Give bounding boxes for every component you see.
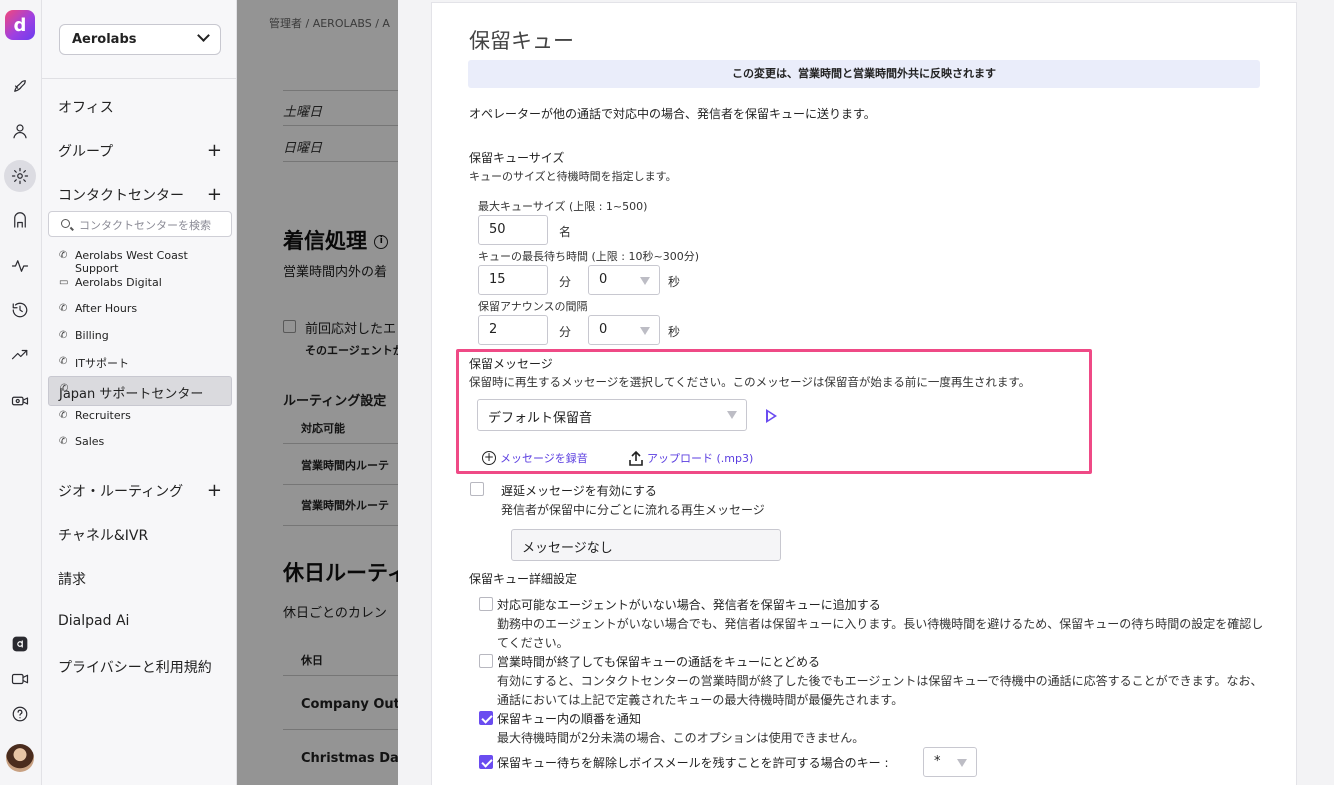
- divider: [42, 78, 237, 79]
- rocket-icon[interactable]: [7, 73, 33, 99]
- gear-icon[interactable]: [4, 160, 36, 192]
- announce-label: 保留アナウンスの間隔: [478, 300, 588, 313]
- size-desc: キューのサイズと待機時間を指定します。: [469, 170, 677, 183]
- phone-icon: ✆: [59, 303, 68, 314]
- activity-icon[interactable]: [7, 253, 33, 279]
- opt2-label: 営業時間が終了しても保留キューの通話をキューにとどめる: [497, 655, 821, 669]
- dialpad-logo-icon[interactable]: d: [5, 10, 35, 40]
- intro-text: オペレーターが他の通話で対応中の場合、発信者を保留キューに送ります。: [469, 107, 876, 121]
- person-icon[interactable]: [7, 118, 33, 144]
- unit-min: 分: [559, 275, 572, 289]
- org-name: Aerolabs: [72, 32, 137, 47]
- cc-item[interactable]: ✆ Aerolabs West Coast Support: [48, 244, 232, 275]
- announce-min-input[interactable]: 2: [478, 315, 548, 345]
- hold-msg-desc: 保留時に再生するメッセージを選択してください。このメッセージは保留音が始まる前に…: [469, 375, 1031, 389]
- announce-sec-select[interactable]: 0: [588, 315, 660, 345]
- settings-nav: Aerolabs オフィス グループ + コンタクトセンター + コンタクトセン…: [42, 0, 237, 785]
- opt3-label: 保留キュー内の順番を通知: [497, 712, 642, 726]
- phone-icon: ✆: [59, 356, 68, 367]
- max-size-label: 最大キューサイズ (上限 : 1~500): [478, 200, 648, 213]
- opt1-desc: 勤務中のエージェントがいない場合でも、発信者は保留キューに入ります。長い待機時間…: [497, 617, 1264, 650]
- add-geo-routing-icon[interactable]: +: [207, 482, 222, 500]
- unit-min: 分: [559, 325, 572, 339]
- caret-down-icon: [640, 327, 650, 335]
- notice-banner: この変更は、営業時間と営業時間外共に反映されます: [468, 60, 1260, 88]
- unit-sec: 秒: [668, 275, 681, 289]
- cc-item-selected[interactable]: ✆ Japan サポートセンター: [48, 376, 232, 406]
- hold-msg-select[interactable]: デフォルト保留音: [477, 399, 747, 431]
- icon-rail: d: [0, 0, 42, 785]
- video-icon[interactable]: [7, 666, 33, 692]
- play-icon[interactable]: [766, 409, 777, 423]
- record-message-link[interactable]: メッセージを録音: [500, 450, 588, 466]
- help-icon[interactable]: [7, 701, 33, 727]
- phone-icon: ✆: [59, 250, 68, 261]
- chevron-down-icon: [197, 29, 210, 42]
- max-wait-min-input[interactable]: 15: [478, 265, 548, 295]
- cc-item[interactable]: ✆ Recruiters: [48, 404, 232, 428]
- monitor-icon: ▭: [59, 277, 69, 288]
- max-wait-sec-select[interactable]: 0: [588, 265, 660, 295]
- dialpad-ai-icon[interactable]: [7, 631, 33, 657]
- contact-center-icon[interactable]: [7, 208, 33, 234]
- size-title: 保留キューサイズ: [469, 151, 565, 165]
- nav-geo-routing[interactable]: ジオ・ルーティング: [58, 481, 183, 501]
- hold-msg-title: 保留メッセージ: [469, 357, 553, 371]
- opt4-key-select[interactable]: *: [923, 747, 977, 777]
- nav-channels-ivr[interactable]: チャネル&IVR: [58, 525, 148, 545]
- phone-icon: ✆: [59, 410, 68, 421]
- unit-sec: 秒: [668, 325, 681, 339]
- delay-message-checkbox[interactable]: [470, 482, 484, 496]
- org-selector[interactable]: Aerolabs: [59, 24, 221, 55]
- opt1-label: 対応可能なエージェントがいない場合、発信者を保留キューに追加する: [497, 598, 881, 612]
- cc-item[interactable]: ✆ After Hours: [48, 297, 232, 321]
- hold-queue-drawer: 保留キュー この変更は、営業時間と営業時間外共に反映されます オペレーターが他の…: [398, 0, 1334, 785]
- delay-label: 遅延メッセージを有効にする: [501, 484, 657, 498]
- max-wait-label: キューの最長待ち時間 (上限 : 10秒~300分): [478, 250, 699, 263]
- nav-office[interactable]: オフィス: [58, 97, 114, 117]
- advanced-title: 保留キュー詳細設定: [469, 572, 578, 586]
- opt2-checkbox[interactable]: [479, 654, 493, 668]
- phone-icon: ✆: [59, 330, 68, 341]
- max-size-input[interactable]: 50: [478, 215, 548, 245]
- opt3-desc: 最大待機時間が2分未満の場合、このオプションは使用できません。: [497, 731, 865, 745]
- search-placeholder: コンタクトセンターを検索: [79, 219, 211, 232]
- opt3-checkbox[interactable]: [479, 711, 493, 725]
- nav-billing[interactable]: 請求: [58, 569, 86, 589]
- cc-item[interactable]: ✆ ITサポート: [48, 350, 232, 374]
- phone-icon: ✆: [59, 436, 68, 447]
- upload-link[interactable]: アップロード (.mp3): [647, 450, 753, 466]
- delay-message-select[interactable]: メッセージなし: [511, 529, 781, 561]
- add-contact-center-icon[interactable]: +: [207, 186, 222, 204]
- nav-contact-center[interactable]: コンタクトセンター: [58, 185, 184, 205]
- opt4-checkbox[interactable]: [479, 755, 493, 769]
- trend-icon[interactable]: [7, 342, 33, 368]
- video-settings-icon[interactable]: [7, 388, 33, 414]
- nav-group[interactable]: グループ: [58, 141, 113, 161]
- record-plus-icon[interactable]: +: [482, 451, 496, 465]
- contact-center-search-input[interactable]: コンタクトセンターを検索: [48, 211, 232, 237]
- opt2-desc: 有効にすると、コンタクトセンターの営業時間が終了した後でもエージェントは保留キュ…: [497, 674, 1263, 707]
- search-icon: [61, 219, 70, 228]
- nav-privacy[interactable]: プライバシーと利用規約: [58, 657, 212, 677]
- caret-down-icon: [727, 411, 737, 419]
- upload-icon[interactable]: [629, 450, 643, 466]
- nav-dialpad-ai[interactable]: Dialpad Ai: [58, 613, 129, 629]
- opt4-label: 保留キュー待ちを解除しボイスメールを残すことを許可する場合のキー :: [497, 756, 889, 770]
- avatar[interactable]: [6, 744, 34, 772]
- caret-down-icon: [640, 277, 650, 285]
- opt1-checkbox[interactable]: [479, 597, 493, 611]
- delay-desc: 発信者が保留中に分ごとに流れる再生メッセージ: [501, 503, 765, 517]
- cc-item[interactable]: ✆ Billing: [48, 324, 232, 348]
- caret-down-icon: [957, 759, 967, 767]
- cc-item[interactable]: ✆ Sales: [48, 430, 232, 454]
- add-group-icon[interactable]: +: [207, 142, 222, 160]
- phone-icon: ✆: [60, 383, 69, 394]
- max-size-unit: 名: [559, 225, 572, 239]
- drawer-title: 保留キュー: [469, 29, 574, 53]
- history-icon[interactable]: [7, 297, 33, 323]
- hold-queue-card: 保留キュー この変更は、営業時間と営業時間外共に反映されます オペレーターが他の…: [431, 2, 1297, 785]
- cc-item[interactable]: ▭ Aerolabs Digital: [48, 271, 232, 295]
